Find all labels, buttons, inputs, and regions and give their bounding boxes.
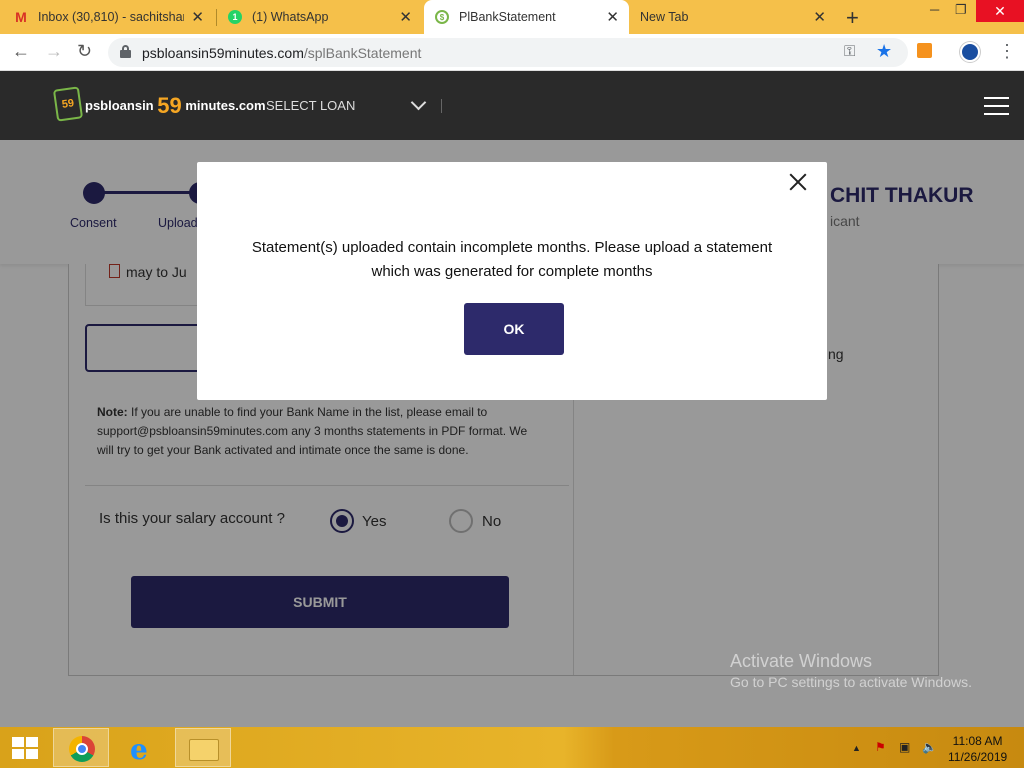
select-loan-dropdown[interactable]: SELECT LOAN xyxy=(266,98,355,113)
tab-title: Inbox (30,810) - sachitsharr xyxy=(38,10,184,24)
key-icon[interactable]: ⚿ xyxy=(844,43,855,60)
tab-title: New Tab xyxy=(640,10,689,24)
psb-icon: $ xyxy=(435,10,449,24)
windows-taskbar: e ▲ ⚑ ▣ 🔈 11:08 AM 11/26/2019 xyxy=(0,727,1024,768)
close-tab-icon[interactable]: ✕ xyxy=(606,8,619,26)
url-path: /splBankStatement xyxy=(303,45,422,61)
watermark-line1: Activate Windows xyxy=(730,651,873,671)
internet-explorer-icon: e xyxy=(130,733,148,766)
logo-pre: psbloansin xyxy=(85,98,154,113)
error-dialog: Statement(s) uploaded contain incomplete… xyxy=(197,162,827,400)
reload-icon[interactable]: ↻ xyxy=(77,41,92,62)
action-center-flag-icon[interactable]: ⚑ xyxy=(875,740,886,754)
logo-number: 59 xyxy=(157,93,182,118)
system-clock[interactable]: 11:08 AM 11/26/2019 xyxy=(948,733,1007,765)
close-icon: ✕ xyxy=(994,2,1006,19)
gmail-icon: M xyxy=(15,9,27,25)
tab-new-tab[interactable]: New Tab ✕ xyxy=(640,0,836,34)
clock-date: 11/26/2019 xyxy=(948,750,1008,764)
back-arrow-icon[interactable]: ← xyxy=(12,41,30,62)
network-icon[interactable]: ▣ xyxy=(899,740,910,754)
dialog-message: Statement(s) uploaded contain incomplete… xyxy=(251,239,773,280)
folder-icon xyxy=(189,739,219,761)
close-tab-icon[interactable]: ✕ xyxy=(191,8,204,26)
taskbar-internet-explorer[interactable]: e xyxy=(116,728,172,767)
chrome-icon xyxy=(69,736,95,762)
logo-post: minutes.com xyxy=(185,98,266,113)
activate-windows-watermark: Activate Windows Go to PC settings to ac… xyxy=(730,651,972,690)
bookmark-star-icon[interactable]: ★ xyxy=(876,41,892,62)
header-divider xyxy=(441,99,442,113)
tab-separator xyxy=(216,9,217,26)
clock-time: 11:08 AM xyxy=(952,734,1003,748)
tab-title: PlBankStatement xyxy=(459,10,556,24)
site-logo[interactable]: psbloansin 59 minutes.com xyxy=(85,93,266,119)
lock-icon xyxy=(120,45,131,58)
tab-gmail[interactable]: M Inbox (30,810) - sachitsharr ✕ xyxy=(14,0,214,34)
watermark-line2: Go to PC settings to activate Windows. xyxy=(730,674,972,690)
hamburger-menu-icon[interactable] xyxy=(984,97,1009,116)
extension-icon[interactable] xyxy=(917,43,932,58)
restore-icon[interactable]: ❐ xyxy=(955,2,967,18)
taskbar-file-explorer[interactable] xyxy=(175,728,231,767)
browser-toolbar: ← → ↻ psbloansin59minutes.com/splBankSta… xyxy=(0,34,1024,71)
tab-whatsapp[interactable]: 1 (1) WhatsApp ✕ xyxy=(228,0,422,34)
logo-icon: 59 xyxy=(52,86,84,122)
taskbar-chrome[interactable] xyxy=(53,728,109,767)
profile-avatar[interactable] xyxy=(960,42,980,62)
close-icon[interactable] xyxy=(787,171,809,193)
tab-plbankstatement[interactable]: $ PlBankStatement ✕ xyxy=(424,0,629,34)
minimize-icon[interactable]: ─ xyxy=(930,2,939,17)
url-text: psbloansin59minutes.com/splBankStatement xyxy=(142,45,421,61)
show-hidden-icons-icon[interactable]: ▲ xyxy=(852,743,861,753)
address-bar[interactable]: psbloansin59minutes.com/splBankStatement… xyxy=(108,38,908,67)
whatsapp-icon: 1 xyxy=(228,10,242,24)
browser-tab-strip: M Inbox (30,810) - sachitsharr ✕ 1 (1) W… xyxy=(0,0,1024,34)
volume-icon[interactable]: 🔈 xyxy=(922,740,937,754)
url-domain: psbloansin59minutes.com xyxy=(142,45,304,61)
window-close-button[interactable]: ✕ xyxy=(976,0,1024,22)
tab-title: (1) WhatsApp xyxy=(252,10,329,24)
new-tab-plus-icon[interactable]: + xyxy=(846,5,859,31)
close-tab-icon[interactable]: ✕ xyxy=(813,8,826,26)
close-tab-icon[interactable]: ✕ xyxy=(399,8,412,26)
forward-arrow-icon[interactable]: → xyxy=(45,41,63,62)
menu-dots-icon[interactable]: ⋮ xyxy=(998,41,1016,62)
ok-button[interactable]: OK xyxy=(464,303,564,355)
site-header: 59 psbloansin 59 minutes.com SELECT LOAN xyxy=(0,71,1024,140)
windows-start-icon[interactable] xyxy=(12,737,38,759)
chevron-down-icon[interactable] xyxy=(410,94,427,111)
